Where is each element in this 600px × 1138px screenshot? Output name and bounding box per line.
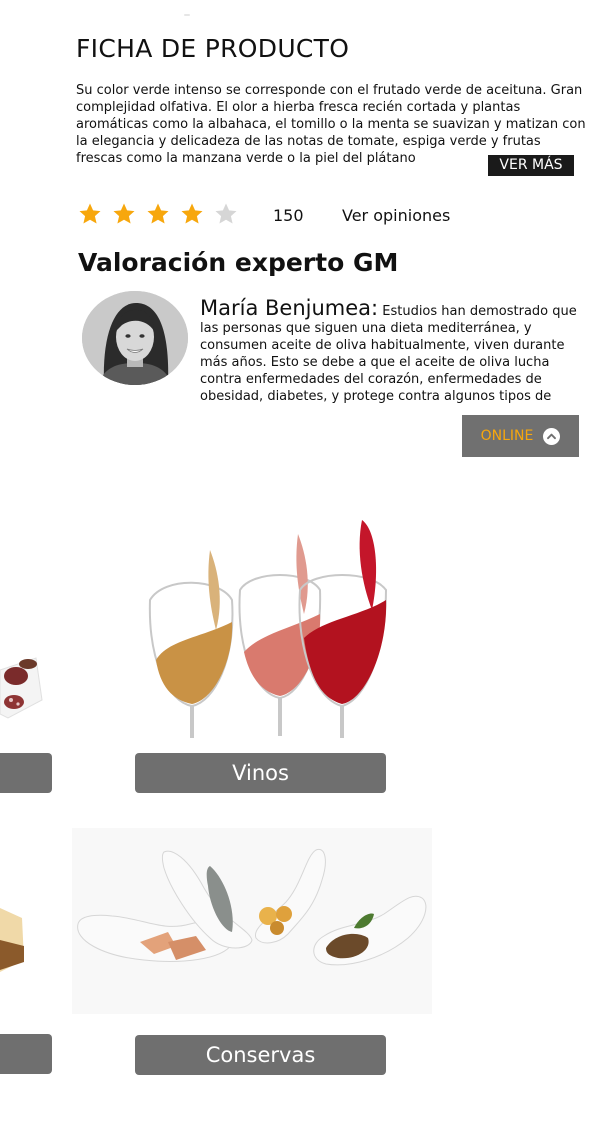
category-image-embutidos[interactable] xyxy=(0,640,44,730)
star-icon[interactable] xyxy=(112,202,136,226)
category-button-vinos[interactable]: Vinos xyxy=(135,753,386,793)
chevron-up-icon xyxy=(543,427,561,445)
expert-name: María Benjumea: xyxy=(200,296,379,320)
rating-count: 150 xyxy=(273,206,304,225)
star-icon[interactable] xyxy=(146,202,170,226)
avatar xyxy=(82,291,188,385)
expert-opinion: María Benjumea: Estudios han demostrado … xyxy=(200,296,586,404)
star-icon[interactable] xyxy=(180,202,204,226)
page-title: FICHA DE PRODUCTO xyxy=(76,34,350,63)
ver-opiniones-link[interactable]: Ver opiniones xyxy=(342,206,450,225)
online-label: ONLINE xyxy=(480,428,534,444)
page-top-marker xyxy=(184,14,190,16)
star-icon[interactable] xyxy=(214,202,238,226)
online-button[interactable]: ONLINE xyxy=(462,415,579,457)
category-button-conservas[interactable]: Conservas xyxy=(135,1035,386,1075)
ver-mas-button[interactable]: VER MÁS xyxy=(488,155,574,176)
category-image-vinos[interactable] xyxy=(140,510,400,742)
category-image-conservas[interactable] xyxy=(72,828,432,1014)
star-rating[interactable] xyxy=(78,202,238,226)
category-image-quesos[interactable] xyxy=(0,900,28,980)
star-icon[interactable] xyxy=(78,202,102,226)
expert-section-title: Valoración experto GM xyxy=(78,248,399,277)
category-button-partial[interactable] xyxy=(0,753,52,793)
category-button-partial[interactable] xyxy=(0,1034,52,1074)
